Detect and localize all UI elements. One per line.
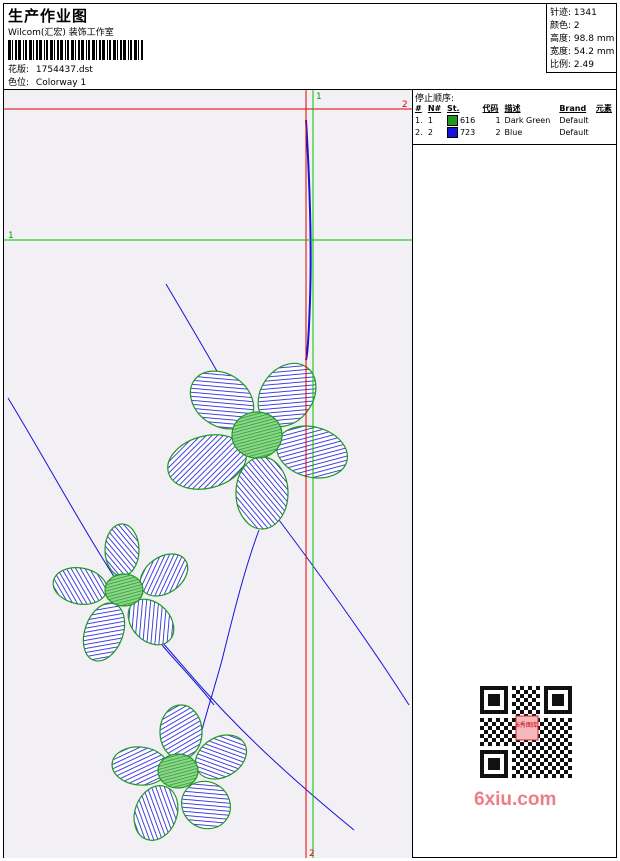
petal [159,704,203,760]
col-header: 描述 [504,103,521,113]
flower-center [231,411,283,459]
design-row: 花版: 1754437.dst [8,62,93,75]
col-header: # [415,103,422,113]
marker-red-v: 2 [309,849,315,858]
color-swatch [446,126,458,138]
petal [133,785,179,841]
petal [235,456,289,530]
stop-sequence-table: # N# St. 代码 描述 Brand 元素 1. 1 616 1 Dark … [413,102,616,138]
marker-green-v: 1 [316,92,322,102]
stat-stitches: 针迹: 1341 [550,8,597,18]
marker-green-h: 1 [8,231,14,241]
sheet-title: 生产作业图 [8,7,89,25]
stat-scale: 比例: 2.49 [550,60,594,70]
stem-line [199,529,260,739]
col-header: 代码 [482,103,499,113]
petal [104,523,140,577]
flower-center [157,753,199,789]
design-value: 1754437.dst [35,65,93,75]
design-label: 花版: [8,65,30,75]
petal [82,602,126,662]
table-row[interactable]: 1. 1 616 1 Dark Green Default [413,114,616,126]
table-header: # N# St. 代码 描述 Brand 元素 [413,102,616,114]
flower-center [104,573,144,607]
flower-large [167,362,348,530]
design-canvas[interactable]: 2 1 1 2 [4,90,413,858]
petal [52,567,108,605]
col-header: Brand [559,103,587,113]
stat-width: 宽度: 54.2 mm [550,47,615,57]
stem-line [278,519,410,706]
col-header: N# [427,103,442,113]
qr-badge-text: 6秀图库 [516,721,538,729]
sheet-subtitle: Wilcom(汇宏) 装饰工作室 [8,28,114,38]
col-header: St. [446,103,460,113]
stem-line [161,644,215,706]
colorway-value: Colorway 1 [35,78,87,88]
flower-bottom [111,704,248,841]
colorway-row: 色位: Colorway 1 [8,75,86,88]
col-header: 元素 [595,103,612,113]
panel-divider [413,144,616,145]
qr-code: 6秀图库 [468,680,584,780]
stat-colors: 颜色: 2 [550,21,580,31]
colorway-label: 色位: [8,78,30,88]
marker-red-h: 2 [402,100,408,110]
stat-height: 高度: 98.8 mm [550,34,615,44]
table-row[interactable]: 2. 2 723 2 Blue Default [413,126,616,138]
color-swatch [446,114,458,126]
sheet-header: 生产作业图 Wilcom(汇宏) 装饰工作室 花版: 1754437.dst 色… [4,4,616,90]
barcode [8,40,143,60]
watermark-text: 6xiu.com [474,789,557,810]
stats-box: 针迹: 1341 颜色: 2 高度: 98.8 mm 宽度: 54.2 mm 比… [546,4,617,73]
flower-left [52,523,189,662]
embroidery-preview: 2 1 1 2 [4,90,412,858]
